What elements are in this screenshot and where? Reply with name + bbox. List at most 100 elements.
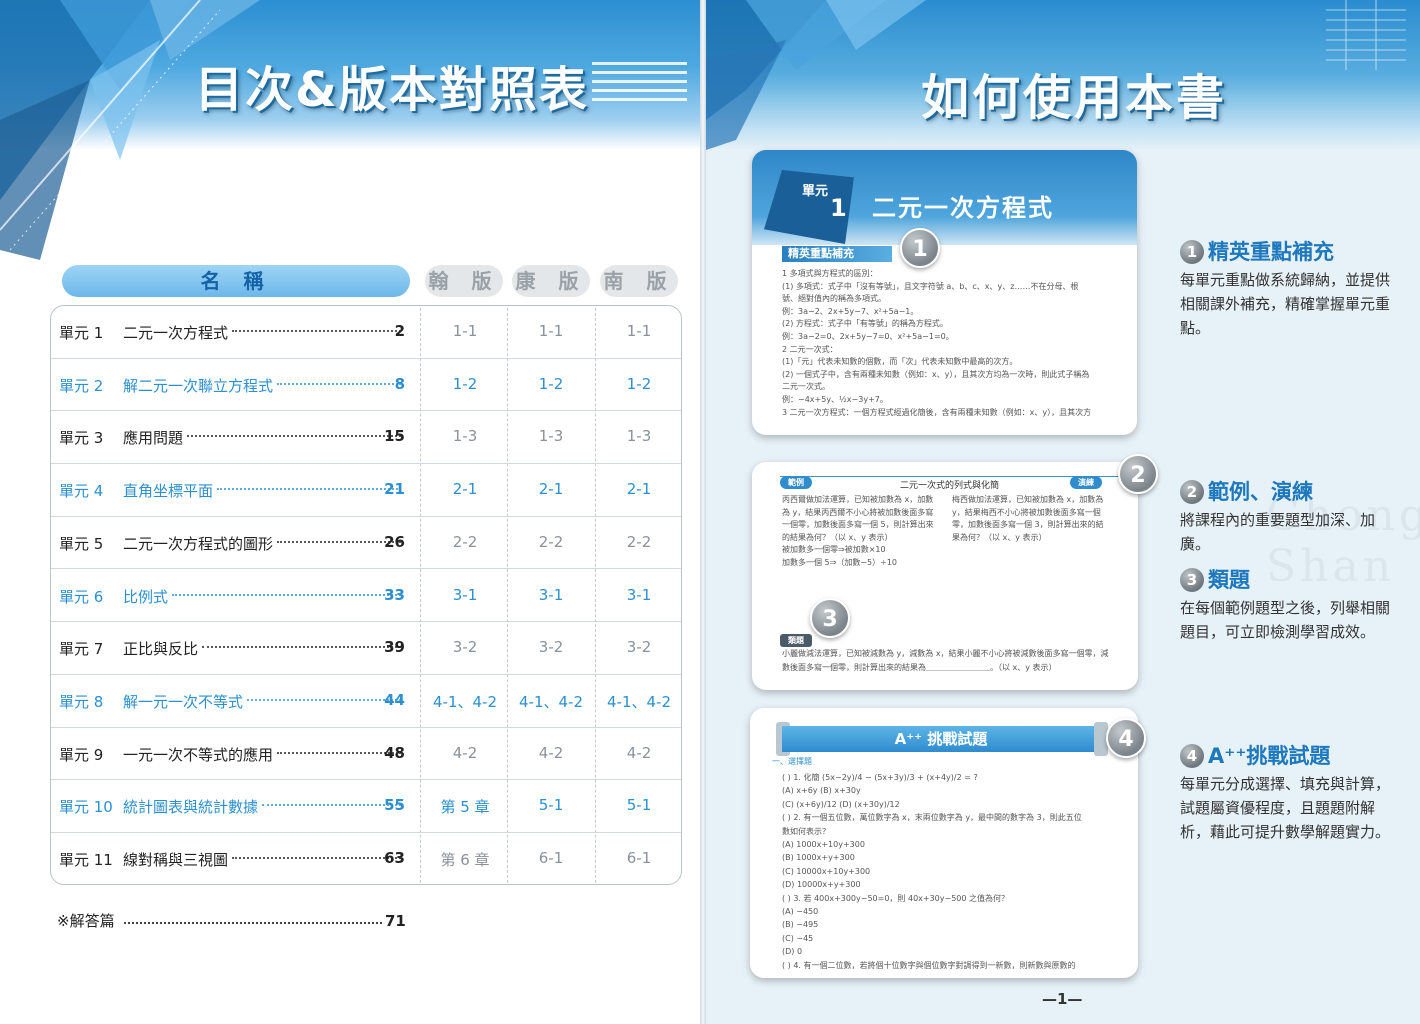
- text-line: (A) 1000x+10y+300: [782, 840, 865, 849]
- text-line: ( ) 3. 若 400x+300y−50=0，則 40x+30y−500 之值…: [782, 893, 1010, 903]
- right-page: 如何使用本書 Chong Shan 單元 1 二元一次方程式 精英重點補充 1 …: [706, 0, 1420, 1024]
- dot-leader: [202, 646, 401, 649]
- page-number: 2: [394, 322, 405, 340]
- version-nan-cell: 1-3: [626, 427, 652, 446]
- text-line: (A) −450: [782, 907, 819, 916]
- version-han-cell: 4-2: [452, 743, 478, 762]
- text-line: ( ) 1. 化簡 (5x−2y)/4 − (5x+3y)/3 + (x+4y)…: [782, 773, 978, 782]
- text-line: (B) 1000x+y+300: [782, 853, 855, 863]
- text-line: (A) x+6y (B) x+30y: [782, 786, 861, 796]
- challenge-banner: A⁺⁺ 挑戰試題: [782, 726, 1100, 752]
- feature-key-points: 1 精英重點補充 每單元重點做系統歸納，並提供相關課外補充，精確掌握單元重點。: [1180, 236, 1390, 340]
- unit-title: 線對稱與三視圖: [123, 851, 229, 869]
- dot-leader: [232, 330, 401, 332]
- unit-title: 二元一次方程式的圖形: [123, 534, 274, 553]
- version-kang-cell: 3-1: [538, 585, 564, 604]
- version-kang-cell: 1-1: [538, 322, 564, 340]
- text-line: (C) 10000x+10y+300: [782, 866, 871, 876]
- text-line: y，結果梅西不小心將被加數後面多寫一個: [952, 507, 1101, 517]
- version-nan-cell: 1-2: [626, 374, 652, 393]
- column-header-name: 名 稱: [62, 265, 410, 297]
- page-number: 21: [384, 480, 405, 499]
- page-number: —1—: [1042, 990, 1083, 1008]
- version-kang-cell: 2-1: [538, 480, 564, 499]
- dot-leader: [232, 857, 401, 859]
- dot-leader: [262, 804, 401, 807]
- text-line: 例：−4x+5y、½x−3y+7。: [782, 395, 888, 404]
- table-row: 單元 8 解一元一次不等式 44 4-1、4-2 4-1、4-2 4-1、4-2: [51, 675, 681, 728]
- table-row: 單元 11 線對稱與三視圖 63 第 6 章 6-1 6-1: [51, 833, 681, 886]
- page-title: 目次&版本對照表: [195, 62, 589, 118]
- table-row: 單元 10 統計圖表與統計數據 55 第 5 章 5-1 5-1: [51, 780, 681, 833]
- unit-label: 單元 7: [59, 640, 104, 659]
- page-number: 15: [384, 427, 405, 446]
- feature-title: A⁺⁺挑戰試題: [1208, 744, 1331, 768]
- unit-label: 單元 4: [59, 482, 104, 501]
- page-number: 39: [384, 638, 405, 657]
- text-line: 為 y，結果丙西爾不小心將被加數後面多寫: [782, 507, 934, 517]
- text-line: (D) 0: [782, 947, 803, 957]
- left-header-banner: 目次&版本對照表: [0, 0, 700, 260]
- unit-label: 單元 6: [59, 587, 104, 606]
- dot-leader: [187, 435, 401, 438]
- unit-title: 二元一次方程式: [872, 194, 1054, 222]
- text-line: 例：3a−2=0、2x+5y−7=0、x²+5a−1=0。: [782, 332, 954, 341]
- section-label: 一、選擇題: [772, 757, 812, 766]
- text-line: (C) −45: [782, 933, 814, 943]
- version-kang-cell: 1-3: [538, 427, 564, 446]
- column-header-version-nan: 南 版: [600, 265, 678, 297]
- text-line: ( ) 4. 有一個二位數，若將個十位數字與個位數字對調得到一新數，則新數與原數…: [782, 960, 1076, 970]
- title-stripes: [592, 62, 687, 104]
- version-han-cell: 4-1、4-2: [433, 692, 497, 711]
- unit-label: 單元 11: [59, 851, 113, 869]
- text-line: (B) −495: [782, 920, 819, 930]
- unit-label: 單元 10: [59, 798, 113, 817]
- geometric-decoration: [0, 0, 260, 260]
- unit-title: 二元一次方程式: [123, 324, 229, 342]
- answer-page-number: 71: [385, 912, 406, 930]
- feature-title: 範例、演練: [1208, 480, 1313, 504]
- callout-badge-1: 1: [900, 228, 940, 268]
- version-nan-cell: 6-1: [626, 849, 652, 867]
- feature-description: 將課程內的重要題型加深、加廣。: [1180, 511, 1376, 553]
- version-kang-cell: 2-2: [538, 532, 564, 551]
- page-number: 26: [384, 532, 405, 551]
- page-number: 33: [384, 585, 405, 604]
- text-line: (1) 多項式：式子中「沒有等號」，且文字符號 a、b、c、x、y、z……不在分…: [782, 281, 1079, 291]
- page-number: 44: [384, 690, 405, 709]
- version-han-cell: 第 6 章: [440, 851, 490, 869]
- sample-card-key-points: 單元 1 二元一次方程式 精英重點補充 1 多項式與方程式的區別： (1) 多項式…: [752, 150, 1137, 435]
- version-kang-cell: 3-2: [538, 638, 564, 657]
- page-number: 55: [384, 796, 405, 815]
- sample-card-challenge: A⁺⁺ 挑戰試題 一、選擇題 ( ) 1. 化簡 (5x−2y)/4 − (5x…: [750, 708, 1138, 978]
- feature-description: 每單元分成選擇、填充與計算，試題屬資優程度，且題題附解析，藉此可提升數學解題實力…: [1180, 775, 1391, 841]
- text-line: 3 二元一次方程式：一個方程式經過化簡後，含有兩種未知數（例如：x、y），且其次…: [782, 407, 1092, 417]
- table-row: 單元 7 正比與反比 39 3-2 3-2 3-2: [51, 622, 681, 675]
- version-han-cell: 3-2: [452, 638, 478, 657]
- dot-leader: [172, 593, 401, 596]
- unit-title: 解二元一次聯立方程式: [123, 376, 274, 395]
- version-kang-cell: 4-2: [538, 743, 564, 762]
- left-page: 目次&版本對照表 名 稱 翰 版 康 版 南 版 單元 1 二元一次方程式 2 1-1…: [0, 0, 700, 1024]
- callout-badge-2: 2: [1118, 454, 1158, 494]
- unit-label: 單元 3: [59, 429, 104, 448]
- callout-badge-3: 3: [810, 598, 850, 638]
- version-nan-cell: 3-1: [626, 585, 652, 604]
- table-row: 單元 5 二元一次方程式的圖形 26 2-2 2-2 2-2: [51, 517, 681, 570]
- text-line: 的結果為何？（以 x、y 表示）: [782, 532, 893, 542]
- answer-label: ※解答篇: [57, 912, 115, 930]
- page-number: 8: [394, 374, 405, 393]
- version-han-cell: 第 5 章: [440, 798, 490, 817]
- feature-challenge: 4 A⁺⁺挑戰試題 每單元分成選擇、填充與計算，試題屬資優程度，且題題附解析，藉此…: [1180, 740, 1390, 844]
- text-line: 2 二元一次式：: [782, 344, 838, 354]
- version-han-cell: 1-3: [452, 427, 478, 446]
- text-line: (2) 方程式：式子中「有等號」的稱為方程式。: [782, 319, 948, 329]
- unit-label: 單元: [802, 184, 829, 199]
- version-han-cell: 2-1: [452, 480, 478, 499]
- version-han-cell: 2-2: [452, 532, 478, 551]
- version-nan-cell: 2-2: [626, 532, 652, 551]
- unit-label: 單元 8: [59, 692, 104, 711]
- unit-label: 單元 5: [59, 534, 104, 553]
- version-nan-cell: 5-1: [626, 796, 652, 815]
- text-line: 例：3a−2、2x+5y−7、x²+5a−1。: [782, 306, 919, 316]
